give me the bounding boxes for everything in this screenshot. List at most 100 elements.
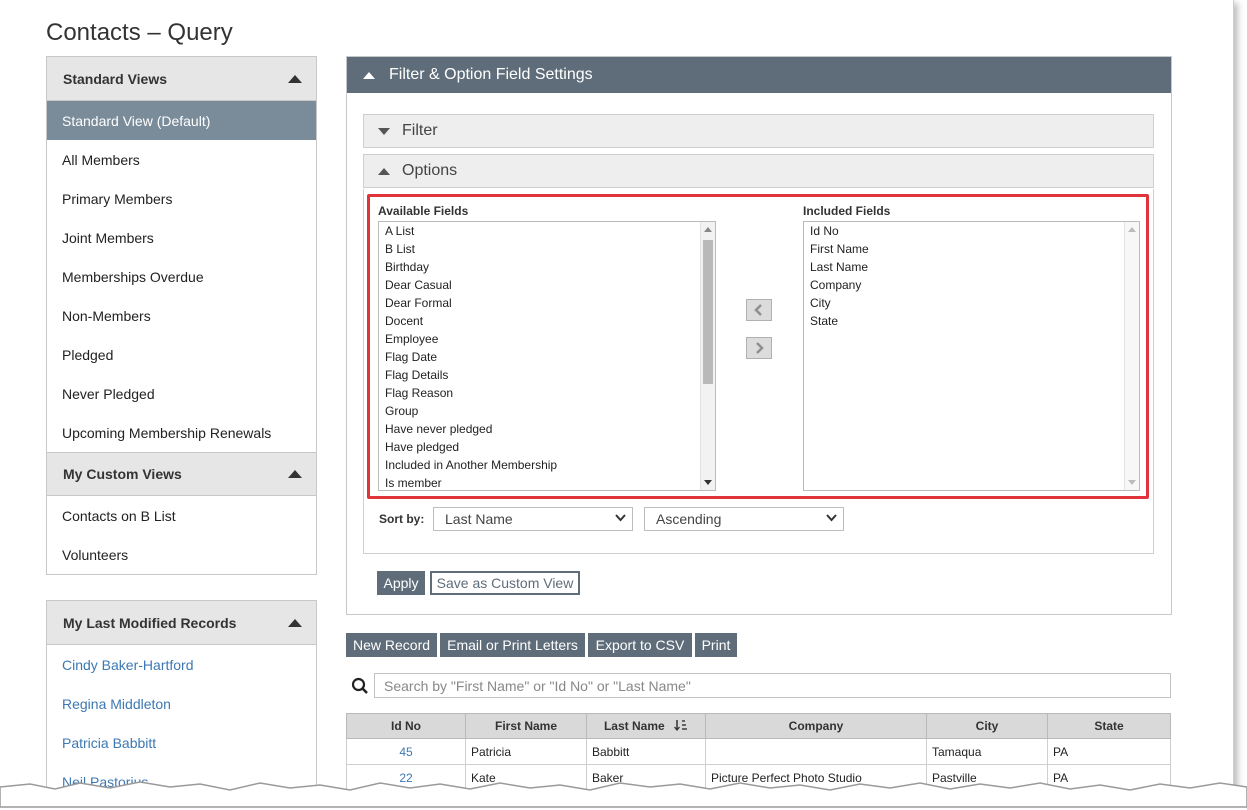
last-modified-title: My Last Modified Records bbox=[63, 614, 237, 631]
field-option[interactable]: Id No bbox=[804, 222, 1139, 240]
app-window: Contacts – Query Standard Views Standard… bbox=[0, 0, 1234, 792]
field-option[interactable]: A List bbox=[379, 222, 715, 240]
field-option[interactable]: B List bbox=[379, 240, 715, 258]
view-non-members[interactable]: Non-Members bbox=[47, 296, 316, 335]
new-record-button[interactable]: New Record bbox=[346, 633, 437, 657]
print-button[interactable]: Print bbox=[695, 633, 737, 657]
scroll-down-icon[interactable] bbox=[1128, 480, 1136, 485]
cell-last-name: Babbitt bbox=[586, 738, 706, 765]
search-input[interactable] bbox=[374, 673, 1171, 698]
field-option[interactable]: Company bbox=[804, 276, 1139, 294]
move-right-button[interactable] bbox=[746, 337, 772, 359]
move-left-button[interactable] bbox=[746, 299, 772, 321]
view-contacts-b-list[interactable]: Contacts on B List bbox=[47, 496, 316, 535]
field-option[interactable]: Dear Casual bbox=[379, 276, 715, 294]
search-icon[interactable] bbox=[346, 673, 373, 698]
torn-edge-decoration bbox=[0, 781, 1247, 808]
field-option[interactable]: Is member bbox=[379, 474, 715, 490]
collapse-arrow-icon[interactable] bbox=[288, 74, 302, 83]
record-link[interactable]: Regina Middleton bbox=[47, 684, 316, 723]
view-memberships-overdue[interactable]: Memberships Overdue bbox=[47, 257, 316, 296]
chevron-right-icon bbox=[756, 342, 764, 354]
collapse-arrow-icon[interactable] bbox=[288, 618, 302, 627]
save-custom-view-button[interactable]: Save as Custom View bbox=[430, 571, 580, 595]
field-option[interactable]: Employee bbox=[379, 330, 715, 348]
standard-views-header[interactable]: Standard Views bbox=[47, 57, 316, 101]
view-primary-members[interactable]: Primary Members bbox=[47, 179, 316, 218]
column-header-id[interactable]: Id No bbox=[346, 713, 466, 739]
scroll-up-icon[interactable] bbox=[704, 227, 712, 232]
available-scrollbar[interactable] bbox=[700, 222, 715, 490]
chevron-down-icon bbox=[615, 512, 626, 527]
view-pledged[interactable]: Pledged bbox=[47, 335, 316, 374]
column-header-first-name[interactable]: First Name bbox=[465, 713, 587, 739]
options-section-toggle[interactable]: Options bbox=[363, 154, 1154, 188]
collapse-arrow-icon bbox=[378, 167, 390, 175]
column-label: City bbox=[975, 719, 999, 733]
cell-id-link[interactable]: 45 bbox=[346, 738, 466, 765]
field-option[interactable]: Included in Another Membership bbox=[379, 456, 715, 474]
scroll-down-icon[interactable] bbox=[704, 480, 712, 485]
field-option[interactable]: First Name bbox=[804, 240, 1139, 258]
view-standard-default[interactable]: Standard View (Default) bbox=[47, 101, 316, 140]
settings-header[interactable]: Filter & Option Field Settings bbox=[347, 57, 1171, 93]
included-fields-list[interactable]: Id No First Name Last Name Company City … bbox=[803, 221, 1140, 491]
custom-views-header[interactable]: My Custom Views bbox=[47, 452, 316, 496]
cell-first-name: Patricia bbox=[465, 738, 587, 765]
field-option[interactable]: Docent bbox=[379, 312, 715, 330]
sort-order-select[interactable]: Ascending bbox=[644, 507, 844, 531]
custom-views-title: My Custom Views bbox=[63, 466, 182, 482]
field-option[interactable]: Birthday bbox=[379, 258, 715, 276]
field-option[interactable]: Flag Date bbox=[379, 348, 715, 366]
expand-arrow-icon bbox=[378, 127, 390, 135]
view-upcoming-renewals[interactable]: Upcoming Membership Renewals bbox=[47, 413, 316, 452]
collapse-arrow-icon[interactable] bbox=[363, 71, 375, 79]
field-option[interactable]: Have pledged bbox=[379, 438, 715, 456]
view-volunteers[interactable]: Volunteers bbox=[47, 535, 316, 574]
included-scrollbar[interactable] bbox=[1124, 222, 1139, 490]
view-never-pledged[interactable]: Never Pledged bbox=[47, 374, 316, 413]
scroll-up-icon[interactable] bbox=[1128, 227, 1136, 232]
column-label: First Name bbox=[494, 719, 558, 733]
cell-state: PA bbox=[1047, 738, 1171, 765]
column-header-company[interactable]: Company bbox=[705, 713, 927, 739]
standard-views-title: Standard Views bbox=[63, 70, 168, 87]
search-bar bbox=[346, 673, 1171, 698]
last-modified-header[interactable]: My Last Modified Records bbox=[47, 601, 316, 645]
email-print-letters-button[interactable]: Email or Print Letters bbox=[440, 633, 585, 657]
view-joint-members[interactable]: Joint Members bbox=[47, 218, 316, 257]
available-fields-label: Available Fields bbox=[378, 204, 469, 218]
sort-by-label: Sort by: bbox=[379, 512, 425, 526]
field-option[interactable]: City bbox=[804, 294, 1139, 312]
field-option[interactable]: Have never pledged bbox=[379, 420, 715, 438]
view-all-members[interactable]: All Members bbox=[47, 140, 316, 179]
sort-field-select[interactable]: Last Name bbox=[433, 507, 633, 531]
field-option[interactable]: Last Name bbox=[804, 258, 1139, 276]
collapse-arrow-icon[interactable] bbox=[288, 470, 302, 478]
options-label: Options bbox=[402, 162, 458, 179]
column-label: Company bbox=[788, 719, 844, 733]
field-option[interactable]: Group bbox=[379, 402, 715, 420]
column-header-city[interactable]: City bbox=[926, 713, 1048, 739]
field-option[interactable]: State bbox=[804, 312, 1139, 330]
record-link[interactable]: Patricia Babbitt bbox=[47, 723, 316, 762]
table-row[interactable]: 45 Patricia Babbitt Tamaqua PA bbox=[346, 738, 1171, 765]
cell-city: Tamaqua bbox=[926, 738, 1048, 765]
chevron-left-icon bbox=[754, 304, 762, 316]
export-csv-button[interactable]: Export to CSV bbox=[588, 633, 692, 657]
field-option[interactable]: Flag Details bbox=[379, 366, 715, 384]
record-link[interactable]: Cindy Baker-Hartford bbox=[47, 645, 316, 684]
filter-option-settings-panel: Filter & Option Field Settings Filter Op… bbox=[346, 56, 1172, 615]
filter-section-toggle[interactable]: Filter bbox=[363, 114, 1154, 148]
field-option[interactable]: Dear Formal bbox=[379, 294, 715, 312]
column-header-last-name[interactable]: Last Name bbox=[586, 713, 706, 739]
sort-field-value: Last Name bbox=[445, 511, 513, 527]
apply-button[interactable]: Apply bbox=[377, 571, 425, 595]
available-fields-list[interactable]: A List B List Birthday Dear Casual Dear … bbox=[378, 221, 716, 491]
included-fields-label: Included Fields bbox=[803, 204, 891, 218]
column-header-state[interactable]: State bbox=[1047, 713, 1171, 739]
scroll-thumb[interactable] bbox=[703, 240, 713, 384]
filter-label: Filter bbox=[402, 122, 438, 139]
settings-title: Filter & Option Field Settings bbox=[389, 66, 593, 83]
field-option[interactable]: Flag Reason bbox=[379, 384, 715, 402]
